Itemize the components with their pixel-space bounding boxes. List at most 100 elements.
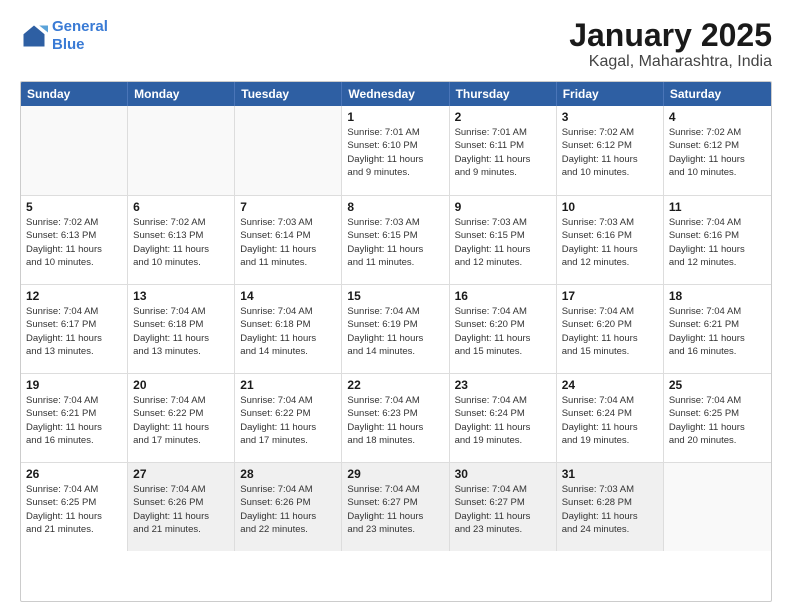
calendar-cell: 7 Sunrise: 7:03 AM Sunset: 6:14 PM Daylig… (235, 196, 342, 284)
day-info: Sunrise: 7:04 AM Sunset: 6:25 PM Dayligh… (26, 483, 122, 536)
day-info: Sunrise: 7:04 AM Sunset: 6:22 PM Dayligh… (240, 394, 336, 447)
day-info: Sunrise: 7:01 AM Sunset: 6:11 PM Dayligh… (455, 126, 551, 179)
day-number: 30 (455, 467, 551, 481)
logo-line1: General (52, 18, 108, 35)
calendar-week: 26 Sunrise: 7:04 AM Sunset: 6:25 PM Dayli… (21, 462, 771, 551)
day-number: 31 (562, 467, 658, 481)
calendar-cell: 22Sunrise: 7:04 AM Sunset: 6:23 PM Dayli… (342, 374, 449, 462)
calendar-week: 5 Sunrise: 7:02 AM Sunset: 6:13 PM Daylig… (21, 195, 771, 284)
calendar: SundayMondayTuesdayWednesdayThursdayFrid… (20, 81, 772, 602)
weekday-header: Thursday (450, 82, 557, 106)
calendar-cell: 19 Sunrise: 7:04 AM Sunset: 6:21 PM Dayli… (21, 374, 128, 462)
day-info: Sunrise: 7:04 AM Sunset: 6:21 PM Dayligh… (26, 394, 122, 447)
calendar-cell: 31 Sunrise: 7:03 AM Sunset: 6:28 PM Dayli… (557, 463, 664, 551)
calendar-cell: 26 Sunrise: 7:04 AM Sunset: 6:25 PM Dayli… (21, 463, 128, 551)
day-number: 21 (240, 378, 336, 392)
calendar-header: SundayMondayTuesdayWednesdayThursdayFrid… (21, 82, 771, 106)
day-info: Sunrise: 7:04 AM Sunset: 6:25 PM Dayligh… (669, 394, 766, 447)
calendar-cell: 20 Sunrise: 7:04 AM Sunset: 6:22 PM Dayli… (128, 374, 235, 462)
calendar-cell: 16 Sunrise: 7:04 AM Sunset: 6:20 PM Dayli… (450, 285, 557, 373)
day-number: 3 (562, 110, 658, 124)
calendar-cell: 14 Sunrise: 7:04 AM Sunset: 6:18 PM Dayli… (235, 285, 342, 373)
calendar-week: 12 Sunrise: 7:04 AM Sunset: 6:17 PM Dayli… (21, 284, 771, 373)
day-number: 19 (26, 378, 122, 392)
day-info: Sunrise: 7:04 AM Sunset: 6:17 PM Dayligh… (26, 305, 122, 358)
calendar-cell: 18 Sunrise: 7:04 AM Sunset: 6:21 PM Dayli… (664, 285, 771, 373)
weekday-header: Sunday (21, 82, 128, 106)
calendar-cell: 24 Sunrise: 7:04 AM Sunset: 6:24 PM Dayli… (557, 374, 664, 462)
day-info: Sunrise: 7:03 AM Sunset: 6:15 PM Dayligh… (347, 216, 443, 269)
calendar-cell: 5Sunrise: 7:02 AM Sunset: 6:13 PM Daylig… (21, 196, 128, 284)
day-info: Sunrise: 7:04 AM Sunset: 6:23 PM Dayligh… (347, 394, 443, 447)
day-info: Sunrise: 7:04 AM Sunset: 6:26 PM Dayligh… (133, 483, 229, 536)
calendar-cell: 1 Sunrise: 7:01 AM Sunset: 6:10 PM Daylig… (342, 106, 449, 195)
calendar-week: 19 Sunrise: 7:04 AM Sunset: 6:21 PM Dayli… (21, 373, 771, 462)
calendar-subtitle: Kagal, Maharashtra, India (569, 53, 772, 71)
day-info: Sunrise: 7:04 AM Sunset: 6:19 PM Dayligh… (347, 305, 443, 358)
day-number: 20 (133, 378, 229, 392)
day-number: 26 (26, 467, 122, 481)
calendar-cell: 30Sunrise: 7:04 AM Sunset: 6:27 PM Dayli… (450, 463, 557, 551)
day-number: 6 (133, 200, 229, 214)
day-number: 16 (455, 289, 551, 303)
calendar-cell: 21 Sunrise: 7:04 AM Sunset: 6:22 PM Dayli… (235, 374, 342, 462)
day-number: 28 (240, 467, 336, 481)
calendar-cell (128, 106, 235, 195)
day-info: Sunrise: 7:03 AM Sunset: 6:28 PM Dayligh… (562, 483, 658, 536)
day-number: 5 (26, 200, 122, 214)
calendar-cell: 17Sunrise: 7:04 AM Sunset: 6:20 PM Dayli… (557, 285, 664, 373)
day-number: 14 (240, 289, 336, 303)
weekday-header: Tuesday (235, 82, 342, 106)
calendar-cell: 29Sunrise: 7:04 AM Sunset: 6:27 PM Dayli… (342, 463, 449, 551)
calendar-cell: 13Sunrise: 7:04 AM Sunset: 6:18 PM Dayli… (128, 285, 235, 373)
day-info: Sunrise: 7:04 AM Sunset: 6:16 PM Dayligh… (669, 216, 766, 269)
calendar-cell: 12 Sunrise: 7:04 AM Sunset: 6:17 PM Dayli… (21, 285, 128, 373)
logo-text: General Blue (52, 18, 108, 54)
day-number: 12 (26, 289, 122, 303)
day-info: Sunrise: 7:04 AM Sunset: 6:24 PM Dayligh… (562, 394, 658, 447)
logo-icon (20, 22, 48, 50)
day-info: Sunrise: 7:03 AM Sunset: 6:15 PM Dayligh… (455, 216, 551, 269)
day-info: Sunrise: 7:04 AM Sunset: 6:26 PM Dayligh… (240, 483, 336, 536)
logo: General Blue (20, 18, 108, 54)
day-number: 17 (562, 289, 658, 303)
calendar-cell (235, 106, 342, 195)
weekday-header: Monday (128, 82, 235, 106)
day-number: 15 (347, 289, 443, 303)
day-info: Sunrise: 7:04 AM Sunset: 6:20 PM Dayligh… (455, 305, 551, 358)
calendar-cell: 25Sunrise: 7:04 AM Sunset: 6:25 PM Dayli… (664, 374, 771, 462)
calendar-cell: 8Sunrise: 7:03 AM Sunset: 6:15 PM Daylig… (342, 196, 449, 284)
calendar-cell: 15 Sunrise: 7:04 AM Sunset: 6:19 PM Dayli… (342, 285, 449, 373)
header: General Blue January 2025 Kagal, Maharas… (20, 18, 772, 71)
day-info: Sunrise: 7:04 AM Sunset: 6:21 PM Dayligh… (669, 305, 766, 358)
day-number: 24 (562, 378, 658, 392)
calendar-cell: 3 Sunrise: 7:02 AM Sunset: 6:12 PM Daylig… (557, 106, 664, 195)
calendar-cell (664, 463, 771, 551)
day-info: Sunrise: 7:03 AM Sunset: 6:16 PM Dayligh… (562, 216, 658, 269)
logo-line2: Blue (52, 36, 85, 53)
weekday-header: Friday (557, 82, 664, 106)
day-number: 7 (240, 200, 336, 214)
day-number: 11 (669, 200, 766, 214)
day-info: Sunrise: 7:04 AM Sunset: 6:18 PM Dayligh… (240, 305, 336, 358)
day-info: Sunrise: 7:02 AM Sunset: 6:12 PM Dayligh… (562, 126, 658, 179)
day-number: 9 (455, 200, 551, 214)
day-info: Sunrise: 7:02 AM Sunset: 6:13 PM Dayligh… (133, 216, 229, 269)
day-info: Sunrise: 7:03 AM Sunset: 6:14 PM Dayligh… (240, 216, 336, 269)
day-number: 27 (133, 467, 229, 481)
day-number: 13 (133, 289, 229, 303)
day-number: 4 (669, 110, 766, 124)
day-number: 18 (669, 289, 766, 303)
day-info: Sunrise: 7:04 AM Sunset: 6:22 PM Dayligh… (133, 394, 229, 447)
day-info: Sunrise: 7:02 AM Sunset: 6:12 PM Dayligh… (669, 126, 766, 179)
title-block: January 2025 Kagal, Maharashtra, India (569, 18, 772, 71)
calendar-cell: 6 Sunrise: 7:02 AM Sunset: 6:13 PM Daylig… (128, 196, 235, 284)
calendar-cell: 2Sunrise: 7:01 AM Sunset: 6:11 PM Daylig… (450, 106, 557, 195)
day-info: Sunrise: 7:01 AM Sunset: 6:10 PM Dayligh… (347, 126, 443, 179)
day-info: Sunrise: 7:04 AM Sunset: 6:24 PM Dayligh… (455, 394, 551, 447)
calendar-cell: 11 Sunrise: 7:04 AM Sunset: 6:16 PM Dayli… (664, 196, 771, 284)
weekday-header: Saturday (664, 82, 771, 106)
calendar-cell (21, 106, 128, 195)
day-number: 1 (347, 110, 443, 124)
day-number: 29 (347, 467, 443, 481)
